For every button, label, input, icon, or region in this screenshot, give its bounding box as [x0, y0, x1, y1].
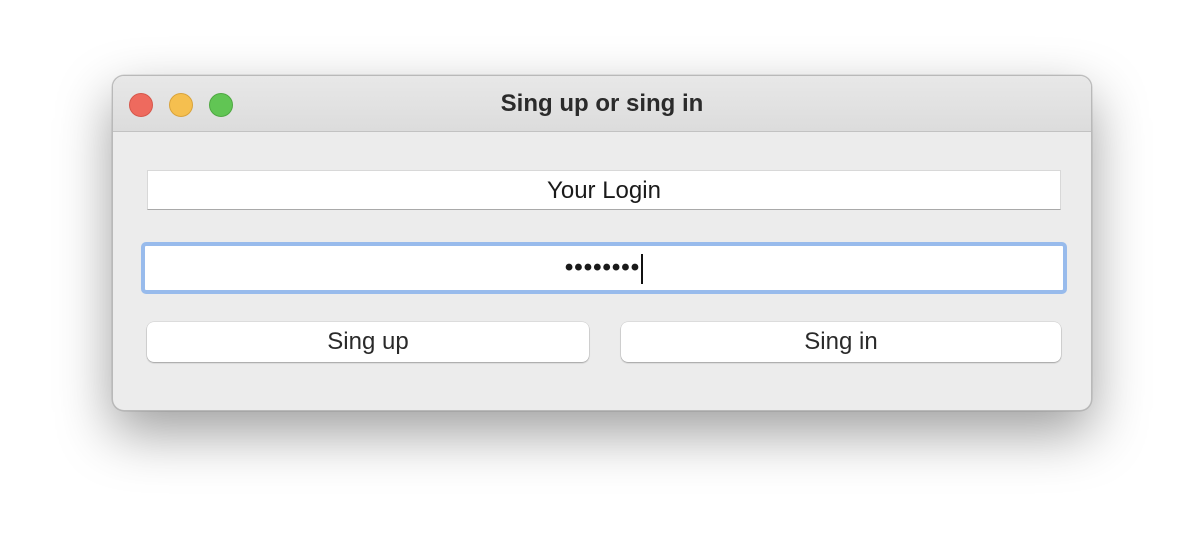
sign-in-button[interactable]: Sing in: [621, 322, 1061, 362]
sign-up-button[interactable]: Sing up: [147, 322, 589, 362]
window-title: Sing up or sing in: [500, 90, 704, 117]
title-bar: Sing up or sing in: [113, 76, 1091, 132]
login-field[interactable]: Your Login: [147, 170, 1061, 210]
password-field[interactable]: ••••••••: [141, 242, 1067, 294]
text-caret: [641, 253, 644, 284]
login-field-value: Your Login: [547, 177, 661, 204]
password-masked-value: ••••••••: [564, 254, 641, 282]
app-window: Sing up or sing in Your Login •••••••• S…: [112, 75, 1092, 411]
password-value-container: ••••••••: [564, 253, 644, 284]
